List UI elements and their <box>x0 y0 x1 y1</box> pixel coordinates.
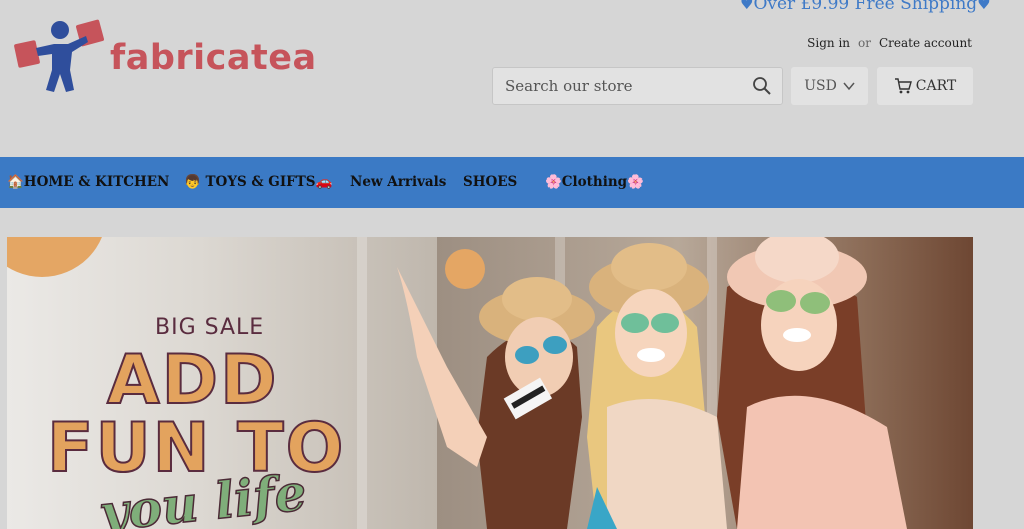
chevron-down-icon <box>843 82 855 91</box>
main-nav: 🏠HOME & KITCHEN 👦 TOYS & GIFTS🚗 New Arri… <box>0 157 1024 208</box>
promo-bar: ♥Over £9.99 Free Shipping♥ <box>740 0 991 14</box>
currency-selector[interactable]: USD <box>791 67 868 105</box>
wall-column <box>357 237 367 529</box>
nav-item-toys-gifts[interactable]: 👦 TOYS & GIFTS🚗 <box>184 174 332 190</box>
or-separator: or <box>858 36 871 50</box>
sign-in-link[interactable]: Sign in <box>807 36 850 50</box>
nav-item-shoes[interactable]: SHOES <box>463 174 517 190</box>
hero-kicker: BIG SALE <box>155 315 265 340</box>
nav-item-clothing[interactable]: 🌸Clothing🌸 <box>545 174 644 190</box>
search-box <box>492 67 783 105</box>
cart-button[interactable]: CART <box>877 67 973 105</box>
heart-icon: ♥ <box>977 0 991 13</box>
site-logo[interactable]: fabricatea <box>14 18 317 98</box>
create-account-link[interactable]: Create account <box>879 36 972 50</box>
currency-value: USD <box>804 78 837 94</box>
account-links: Sign in or Create account <box>807 36 972 50</box>
cart-icon <box>894 78 912 94</box>
search-icon[interactable] <box>752 76 772 96</box>
brand-name: fabricatea <box>110 38 317 78</box>
nav-item-home-kitchen[interactable]: 🏠HOME & KITCHEN <box>7 174 169 190</box>
search-input[interactable] <box>493 68 743 104</box>
hero-photo-women <box>397 237 907 529</box>
nav-item-new-arrivals[interactable]: New Arrivals <box>350 174 446 190</box>
shopper-logo-icon <box>14 19 104 92</box>
hero-banner[interactable]: BIG SALE ADD FUN TO you life <box>7 237 973 529</box>
promo-text: Over £9.99 Free Shipping <box>753 0 978 14</box>
heart-icon: ♥ <box>740 0 754 13</box>
cart-label: CART <box>915 78 957 94</box>
